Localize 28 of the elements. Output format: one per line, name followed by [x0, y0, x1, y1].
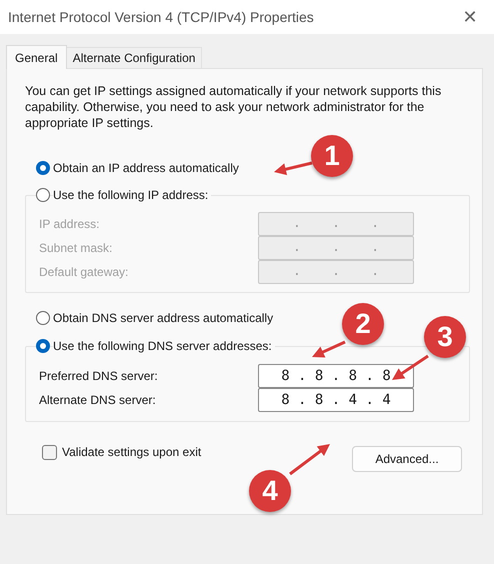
radio-option[interactable]: Use the following IP address: [36, 185, 212, 205]
tab[interactable]: General [6, 45, 67, 69]
validate-checkbox-row[interactable]: Validate settings upon exit [42, 442, 202, 462]
field-label: IP address: [39, 216, 100, 233]
field-label: Subnet mask: [39, 240, 112, 257]
radio-option[interactable]: Obtain DNS server address automatically [36, 308, 276, 328]
close-button[interactable]: ✕ [456, 3, 484, 31]
radio-option[interactable]: Use the following DNS server addresses: [36, 336, 275, 356]
field-label: Alternate DNS server: [39, 392, 156, 409]
arrow [392, 354, 429, 380]
radio-button[interactable] [36, 339, 50, 353]
advanced-button[interactable]: Advanced... [352, 446, 462, 472]
ip-input-field[interactable]: 8 . 8 . 4 . 4 [258, 388, 414, 412]
ip-input-field[interactable]: 8 . 8 . 8 . 8 [258, 364, 414, 388]
tab[interactable]: Alternate Configuration [66, 47, 202, 68]
radio-button[interactable] [36, 311, 50, 325]
field-label: Preferred DNS server: [39, 368, 158, 385]
arrow [274, 162, 312, 176]
radio-button[interactable] [36, 188, 50, 202]
radio-button[interactable] [36, 161, 50, 175]
checkbox[interactable] [42, 444, 57, 460]
window-title: Internet Protocol Version 4 (TCP/IPv4) Properties [8, 8, 314, 27]
arrow [289, 444, 330, 476]
description-text: You can get IP settings assigned automatically if your network supports this capability. Otherwise, you need to ask your network administrator for the appropriate IP settings. [25, 83, 442, 131]
radio-option[interactable]: Obtain an IP address automatically [36, 158, 242, 178]
arrow [312, 340, 346, 358]
field-label: Default gateway: [39, 264, 128, 281]
checkbox-label: Validate settings upon exit [62, 444, 202, 461]
